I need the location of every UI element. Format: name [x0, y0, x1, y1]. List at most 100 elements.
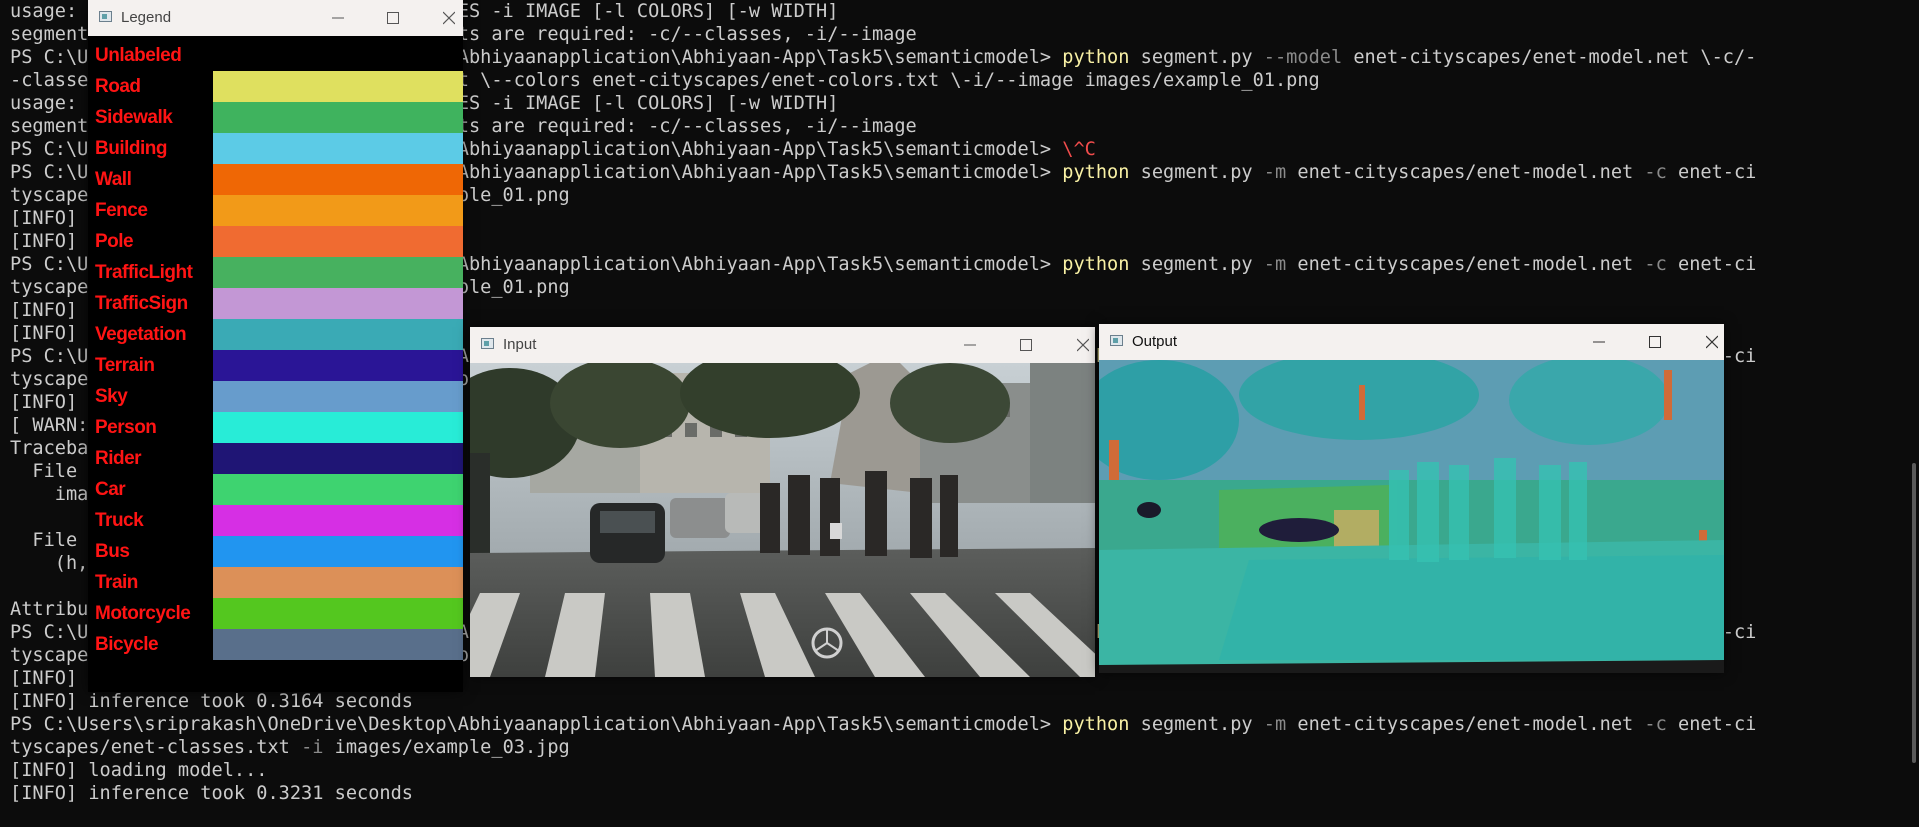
- terminal-line: [INFO] loading model...: [10, 759, 267, 782]
- input-window: Input: [470, 327, 1095, 677]
- legend-color-swatch: [213, 319, 463, 350]
- legend-class-label: Vegetation: [95, 324, 187, 345]
- terminal-text: python: [1062, 162, 1130, 183]
- legend-class-label: Bus: [95, 541, 130, 562]
- legend-class-label: Sidewalk: [95, 107, 173, 128]
- legend-color-swatch: [213, 443, 463, 474]
- legend-canvas: Unlabeled Road Sidewalk Building Wall Fence Po…: [88, 36, 463, 692]
- terminal-text: \^C: [1062, 139, 1096, 160]
- close-button[interactable]: [1689, 324, 1735, 360]
- maximize-button[interactable]: [370, 0, 416, 36]
- terminal-text: -m: [1263, 254, 1287, 275]
- legend-class-label: Fence: [95, 200, 148, 221]
- terminal-text: -c: [1644, 254, 1667, 275]
- legend-window: Legend Unlabeled Road Sidewalk Building Wall…: [88, 0, 463, 692]
- close-icon: [1076, 338, 1090, 352]
- legend-color-swatch: [213, 381, 463, 412]
- terminal-text: enet-cityscapes/enet-model.net: [1286, 714, 1645, 735]
- terminal-line: [INFO] inference took 0.3164 seconds: [10, 690, 413, 713]
- opencv-window-icon: [1110, 335, 1123, 346]
- legend-class-label: Wall: [95, 169, 132, 190]
- legend-row: Fence: [88, 195, 463, 226]
- legend-color-swatch: [213, 195, 463, 226]
- legend-row: Terrain: [88, 350, 463, 381]
- legend-class-label: Person: [95, 417, 157, 438]
- terminal-text: python: [1062, 254, 1130, 275]
- minimize-button[interactable]: [947, 327, 993, 363]
- terminal-text: -c: [1644, 162, 1667, 183]
- terminal-text: -m: [1263, 162, 1287, 183]
- terminal-text: enet-cityscapes/enet-model.net \-c/-: [1342, 47, 1757, 68]
- legend-row: Bicycle: [88, 629, 463, 660]
- terminal-line: PS C:\Users\sriprakash\OneDrive\Desktop\…: [10, 713, 1756, 736]
- legend-row: Sidewalk: [88, 102, 463, 133]
- minimize-button[interactable]: [1576, 324, 1622, 360]
- maximize-icon: [1020, 339, 1032, 351]
- output-window: Output: [1099, 324, 1724, 673]
- legend-class-label: TrafficSign: [95, 293, 188, 314]
- legend-color-swatch: [213, 474, 463, 505]
- legend-row: Train: [88, 567, 463, 598]
- terminal-text: [INFO] inference took 0.3164 seconds: [10, 691, 413, 712]
- terminal-text: enet-cityscapes/enet-model.net: [1286, 162, 1645, 183]
- input-titlebar[interactable]: Input: [470, 327, 1095, 363]
- legend-titlebar[interactable]: Legend: [88, 0, 463, 36]
- legend-class-label: Building: [95, 138, 167, 159]
- terminal-text: -c: [1644, 714, 1667, 735]
- terminal-text: segment.py: [1129, 254, 1264, 275]
- legend-color-swatch: [213, 164, 463, 195]
- legend-color-swatch: [213, 288, 463, 319]
- legend-color-swatch: [213, 598, 463, 629]
- maximize-button[interactable]: [1632, 324, 1678, 360]
- legend-row: Person: [88, 412, 463, 443]
- minimize-icon: [964, 344, 976, 346]
- opencv-window-icon: [481, 338, 494, 349]
- legend-class-label: Truck: [95, 510, 144, 531]
- output-titlebar[interactable]: Output: [1099, 324, 1724, 360]
- legend-class-label: Train: [95, 572, 138, 593]
- terminal-text: --model: [1263, 47, 1343, 68]
- output-window-title: Output: [1132, 333, 1178, 350]
- terminal-line: [INFO] inference took 0.3231 seconds: [10, 782, 413, 805]
- legend-class-label: Bicycle: [95, 634, 159, 655]
- maximize-icon: [387, 12, 399, 24]
- terminal-text: PS C:\Users\sriprakash\OneDrive\Desktop\…: [10, 714, 1063, 735]
- legend-row: Wall: [88, 164, 463, 195]
- legend-color-swatch: [213, 629, 463, 660]
- opencv-window-icon: [99, 11, 112, 22]
- legend-row: Motorcycle: [88, 598, 463, 629]
- legend-class-label: Road: [95, 76, 141, 97]
- legend-color-swatch: [213, 257, 463, 288]
- legend-row: Unlabeled: [88, 40, 463, 71]
- legend-color-swatch: [213, 505, 463, 536]
- terminal-text: python: [1062, 47, 1130, 68]
- terminal-text: segment.py: [1129, 714, 1264, 735]
- maximize-button[interactable]: [1003, 327, 1049, 363]
- terminal-scrollbar[interactable]: [1912, 463, 1916, 763]
- terminal-text: images/example_03.jpg: [323, 737, 570, 758]
- input-image: [470, 363, 1095, 677]
- legend-row: Truck: [88, 505, 463, 536]
- legend-row: TrafficSign: [88, 288, 463, 319]
- legend-color-swatch: [213, 536, 463, 567]
- minimize-button[interactable]: [315, 0, 361, 36]
- legend-row: Sky: [88, 381, 463, 412]
- input-window-title: Input: [503, 336, 537, 353]
- legend-row: Pole: [88, 226, 463, 257]
- legend-class-label: Terrain: [95, 355, 155, 376]
- legend-class-label: TrafficLight: [95, 262, 193, 283]
- legend-class-label: Car: [95, 479, 126, 500]
- legend-row: Car: [88, 474, 463, 505]
- legend-class-label: Rider: [95, 448, 142, 469]
- legend-color-swatch: [213, 350, 463, 381]
- minimize-icon: [332, 17, 344, 19]
- terminal-line: tyscapes/enet-classes.txt -i images/exam…: [10, 736, 570, 759]
- terminal-text: enet-cityscapes/enet-model.net: [1286, 254, 1645, 275]
- close-button[interactable]: [426, 0, 472, 36]
- legend-row: Vegetation: [88, 319, 463, 350]
- legend-color-swatch: [213, 567, 463, 598]
- legend-class-label: Sky: [95, 386, 128, 407]
- legend-color-swatch: [213, 40, 463, 71]
- terminal-text: enet-ci: [1666, 714, 1757, 735]
- terminal-text: tyscapes/enet-classes.txt: [10, 737, 302, 758]
